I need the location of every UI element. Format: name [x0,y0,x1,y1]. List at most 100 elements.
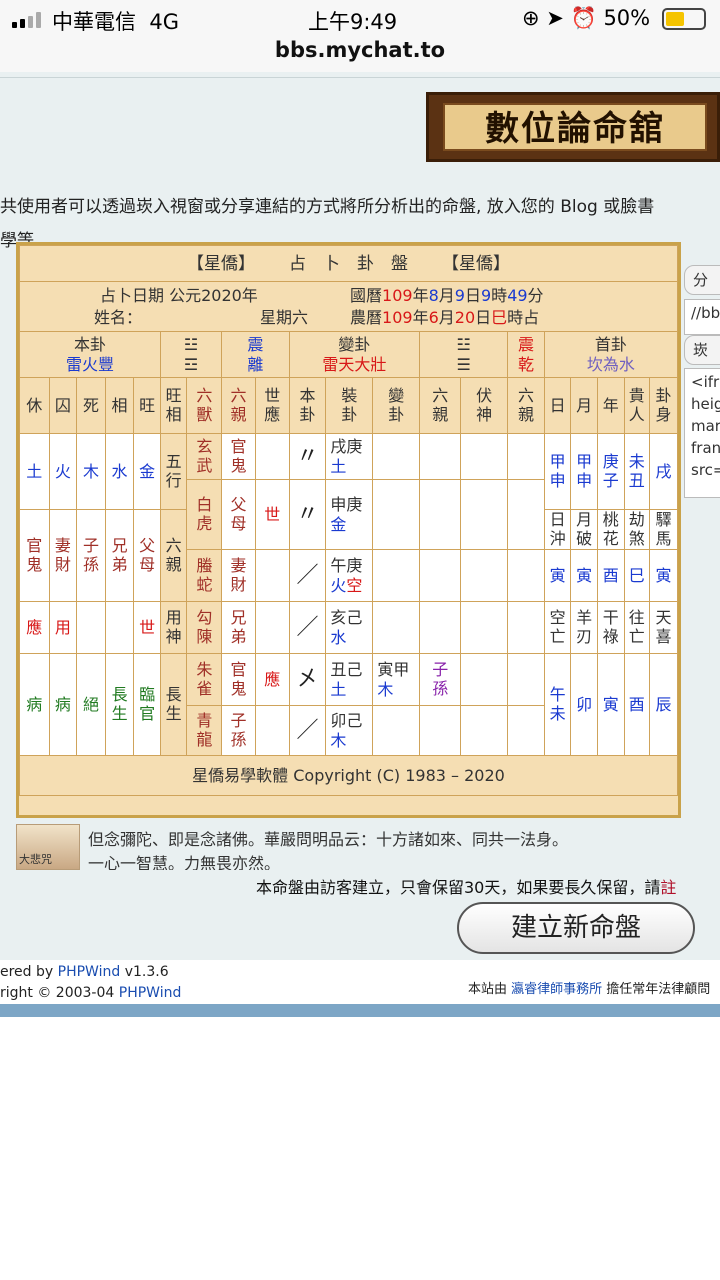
share-button[interactable]: 分 [684,265,720,295]
share-link-field[interactable]: //bb [684,299,720,335]
gui-ren: 未丑 [623,433,651,510]
shiying: 應 [254,653,290,706]
yi-ma: 寅 [649,549,678,602]
zhuang-gua: 亥己水 [325,601,374,654]
create-new-chart-button[interactable]: 建立新命盤 [457,902,695,954]
right-head: 日沖 [543,509,572,550]
zhuang-gua: 卯己木 [325,705,374,756]
fu-shen [460,653,509,706]
top-divider [0,72,720,78]
divination-chart: 【星僑】 占 卜 卦 盤 【星僑】 占卜日期 公元2020年 姓名： 星期六 國… [16,242,681,818]
right-head: 桃花 [596,509,625,550]
site-footer: ered by PHPWind v1.3.6 right © 2003-04 P… [0,960,720,1004]
name-label: 姓名： [94,307,143,327]
wang-label: 旺相 [159,377,188,434]
bian-qin [419,433,462,480]
ben-trigram-names: 震離 [221,331,290,378]
yue-po: 寅 [570,549,598,602]
liuqin: 子孫 [221,705,256,756]
wuxing-cell: 火 [48,433,78,510]
buddha-image: 大悲咒 [16,824,80,870]
chart-date-block: 占卜日期 公元2020年 姓名： 星期六 國曆109年8月9日9時49分 農曆1… [19,281,678,332]
col-head: 本卦 [288,377,327,434]
wang-cell: 相 [104,377,135,434]
shiying: 世 [254,479,290,550]
liuqin-cell: 兄弟 [104,509,135,602]
yao-mark: 㐅 [288,653,327,706]
changsheng-cell: 臨官 [133,653,161,756]
col-head: 裝卦 [325,377,374,434]
bian-qin [419,705,462,756]
liushou: 白虎 [186,479,223,550]
wang-cell: 囚 [48,377,78,434]
col-head: 六親 [507,377,545,434]
liuqin-cell: 妻財 [48,509,78,602]
right-head: 驛馬 [649,509,678,550]
yang-ren: 卯 [570,653,598,756]
liuqin-cell: 子孫 [76,509,106,602]
zhuang-gua: 戌庚土 [325,433,374,480]
phpwind-link-2[interactable]: PHPWind [119,985,182,1001]
right-head: 劫煞 [623,509,651,550]
right-head: 羊刃 [570,601,598,654]
year-ganzhi: 庚子 [596,433,625,510]
right-head: 干祿 [596,601,625,654]
right-head: 往亡 [623,601,651,654]
right-head: 天喜 [649,601,678,654]
bian-trigrams: ☳ ☰ [419,331,509,378]
fu-shen [460,549,509,602]
weekday: 星期六 [260,307,309,327]
yao-mark: ／ [288,705,327,756]
liuqin: 官鬼 [221,653,256,706]
battery-icon [662,8,706,30]
register-link[interactable]: 註 [660,878,676,897]
yao-row: 應 用 世 用神 勾陳 兄弟 ／ 亥己水 空亡 羊刃 干祿 往亡 天喜 [19,601,678,654]
ben-trigrams: ☳ ☲ [159,331,223,378]
liuqin: 官鬼 [221,433,256,480]
embed-button[interactable]: 崁 [684,335,720,365]
changsheng-cell: 長生 [104,653,135,756]
quote-text: 但念彌陀、即是念諸佛。華嚴問明品云：十方諸如來、同共一法身。一心一智慧。力無畏亦… [88,830,568,870]
fu-qin [507,549,545,602]
network-type: 4G [149,10,179,34]
liushou: 朱雀 [186,653,223,706]
kong-wang: 午未 [543,653,572,756]
wuxing-label: 五行 [159,433,188,510]
col-head: 世應 [254,377,290,434]
bian-yao [372,601,421,654]
legal-advisor: 本站由 瀛睿律師事務所 擔任常年法律顧問 [468,982,711,997]
wang-cell: 旺 [133,377,161,434]
law-firm-link[interactable]: 瀛睿律師事務所 [511,982,602,997]
chart-table: 【星僑】 占 卜 卦 盤 【星僑】 占卜日期 公元2020年 姓名： 星期六 國… [19,245,679,796]
fu-qin [507,479,545,550]
zhuang-gua: 午庚 火空 [325,549,374,602]
carrier: 中華電信 4G [52,10,179,34]
shiying [254,549,290,602]
hexagram-row: 本卦 雷火豐 ☳ ☲ 震離 變卦 雷天大壯 ☳ ☰ 震乾 首卦 坎為水 [19,331,679,378]
bian-gua: 變卦 雷天大壯 [288,331,421,378]
fu-shen [460,601,509,654]
liuqin-label: 六親 [159,509,188,602]
bian-yao [372,549,421,602]
location-icon: ➤ [546,6,564,30]
liushou: 勾陳 [186,601,223,654]
phpwind-link[interactable]: PHPWind [58,964,121,980]
right-head: 年 [596,377,625,434]
buddha-image-label: 大悲咒 [19,853,52,866]
retention-note: 本命盤由訪客建立，只會保留30天，如果要長久保留，請註 [256,878,677,897]
embed-code-field[interactable]: <ifra heig mar fran src= [684,368,720,498]
column-header-row: 休 囚 死 相 旺 旺相 六獸 六親 世應 本卦 裝卦 變卦 六親 伏神 六親 … [19,377,678,434]
yao-mark: 〃 [288,479,327,550]
changsheng-label: 長生 [159,653,188,756]
col-head: 六親 [419,377,462,434]
liuqin-cell: 官鬼 [19,509,50,602]
jie-sha: 巳 [623,549,651,602]
wuxing-cell: 水 [104,433,135,510]
bian-qin: 子孫 [419,653,462,706]
yong-cell: 用 [48,601,78,654]
liushou: 螣蛇 [186,549,223,602]
wang-cell: 死 [76,377,106,434]
site-banner[interactable]: 數位論命舘 [426,92,720,162]
wuxing-cell: 土 [19,433,50,510]
address-bar[interactable]: bbs.mychat.to [0,38,720,62]
